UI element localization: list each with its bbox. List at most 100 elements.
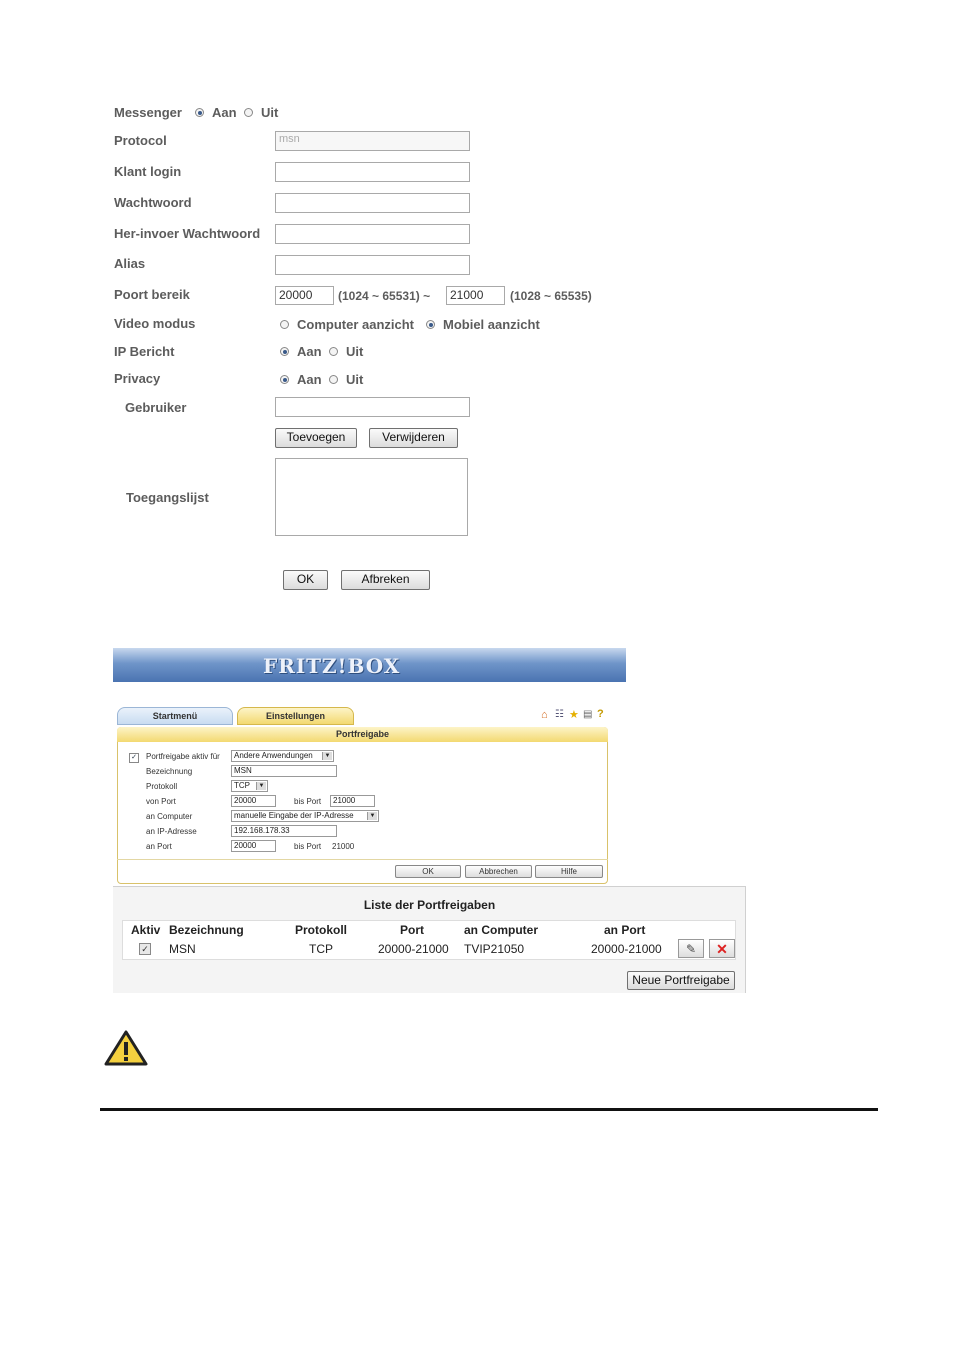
an-port-field[interactable]: 20000 xyxy=(231,840,276,852)
col-aktiv: Aktiv xyxy=(131,923,161,937)
an-computer-label: an Computer xyxy=(146,812,193,821)
bezeichnung-label: Bezeichnung xyxy=(146,767,193,776)
bis-port-field[interactable]: 21000 xyxy=(330,795,375,807)
verwijderen-button[interactable]: Verwijderen xyxy=(369,428,458,448)
messenger-uit-label: Uit xyxy=(261,105,279,120)
row-bezeichnung: MSN xyxy=(169,942,196,956)
privacy-label: Privacy xyxy=(114,371,161,386)
aktiv-checkbox[interactable]: ✓ xyxy=(129,753,139,763)
poort-start-range: (1024 ~ 65531) ~ xyxy=(338,289,431,303)
toevoegen-button[interactable]: Toevoegen xyxy=(275,428,357,448)
an-computer-select-value: manuelle Eingabe der IP-Adresse xyxy=(234,811,354,820)
panel-divider xyxy=(117,859,608,860)
print-icon[interactable]: ▤ xyxy=(583,709,592,720)
klant-login-label: Klant login xyxy=(114,164,182,179)
delete-icon[interactable]: ✕ xyxy=(709,939,735,958)
fritzbox-header: FRITZ!BOX xyxy=(113,648,626,682)
poort-end-field[interactable]: 21000 xyxy=(446,286,505,305)
row-an-port: 20000-21000 xyxy=(591,942,662,956)
divider-line xyxy=(100,1108,878,1111)
ok-button[interactable]: OK xyxy=(283,570,328,590)
messenger-aan-label: Aan xyxy=(212,105,237,120)
tree-icon[interactable]: ☷ xyxy=(555,709,564,720)
video-mobiel-label: Mobiel aanzicht xyxy=(443,317,540,332)
ip-aan-label: Aan xyxy=(297,344,322,359)
an-bis-port-value: 21000 xyxy=(332,842,355,851)
col-an-computer: an Computer xyxy=(464,923,539,937)
fb-hilfe-button[interactable]: Hilfe xyxy=(535,865,603,878)
video-computer-radio[interactable] xyxy=(280,320,289,329)
fb-abbrechen-button[interactable]: Abbrechen xyxy=(465,865,532,878)
liste-title: Liste der Portfreigaben xyxy=(363,898,496,912)
poort-end-range: (1028 ~ 65535) xyxy=(510,289,592,303)
bezeichnung-field[interactable]: MSN xyxy=(231,765,337,777)
dropdown-arrow-icon: ▼ xyxy=(367,812,377,820)
aktiv-select[interactable]: Andere Anwendungen ▼ xyxy=(231,750,334,762)
row-computer: TVIP21050 xyxy=(464,942,525,956)
row-port: 20000-21000 xyxy=(378,942,449,956)
poort-label: Poort bereik xyxy=(114,287,190,302)
bis-port-label: bis Port xyxy=(294,797,322,806)
privacy-aan-radio[interactable] xyxy=(280,375,289,384)
toegangslijst-label: Toegangslijst xyxy=(126,490,209,505)
video-label: Video modus xyxy=(114,316,196,331)
tab-startmenu[interactable]: Startmenü xyxy=(117,707,233,725)
help-icon[interactable]: ? xyxy=(597,708,604,720)
ip-label: IP Bericht xyxy=(114,344,175,359)
aktiv-label: Portfreigabe aktiv für xyxy=(146,752,220,761)
protocol-label: Protocol xyxy=(114,133,167,148)
klant-login-field[interactable] xyxy=(275,162,470,182)
protokoll-label: Protokoll xyxy=(146,782,178,791)
neue-portfreigabe-button[interactable]: Neue Portfreigabe xyxy=(627,971,735,990)
tab-einstellungen[interactable]: Einstellungen xyxy=(237,707,354,725)
dropdown-arrow-icon: ▼ xyxy=(256,782,266,790)
protokoll-select-value: TCP xyxy=(234,781,250,790)
messenger-uit-radio[interactable] xyxy=(244,108,253,117)
privacy-aan-label: Aan xyxy=(297,372,322,387)
col-an-port: an Port xyxy=(604,923,646,937)
alias-field[interactable] xyxy=(275,255,470,275)
privacy-uit-label: Uit xyxy=(346,372,364,387)
protocol-field[interactable]: msn xyxy=(275,131,470,151)
an-computer-select[interactable]: manuelle Eingabe der IP-Adresse ▼ xyxy=(231,810,379,822)
an-bis-port-label: bis Port xyxy=(294,842,322,851)
an-ip-field[interactable]: 192.168.178.33 xyxy=(231,825,337,837)
messenger-aan-radio[interactable] xyxy=(195,108,204,117)
col-bezeichnung: Bezeichnung xyxy=(169,923,244,937)
afbreken-button[interactable]: Afbreken xyxy=(341,570,430,590)
an-port-label: an Port xyxy=(146,842,172,851)
gebruiker-label: Gebruiker xyxy=(125,400,187,415)
dropdown-arrow-icon: ▼ xyxy=(322,752,332,760)
von-port-label: von Port xyxy=(146,797,176,806)
home-icon[interactable]: ⌂ xyxy=(541,709,548,721)
row-protokoll: TCP xyxy=(309,942,333,956)
privacy-uit-radio[interactable] xyxy=(329,375,338,384)
panel-title: Portfreigabe xyxy=(117,727,608,742)
ip-uit-radio[interactable] xyxy=(329,347,338,356)
toegangslijst-box[interactable] xyxy=(275,458,468,536)
fritzbox-logo: FRITZ!BOX xyxy=(263,654,401,678)
col-port: Port xyxy=(400,923,424,937)
star-icon[interactable]: ★ xyxy=(569,708,579,721)
row-checkbox[interactable]: ✓ xyxy=(139,943,151,955)
video-mobiel-radio[interactable] xyxy=(426,320,435,329)
an-ip-label: an IP-Adresse xyxy=(146,827,197,836)
ip-uit-label: Uit xyxy=(346,344,364,359)
wachtwoord-field[interactable] xyxy=(275,193,470,213)
col-protokoll: Protokoll xyxy=(295,923,348,937)
wachtwoord-label: Wachtwoord xyxy=(114,195,192,210)
video-computer-label: Computer aanzicht xyxy=(297,317,415,332)
her-invoer-label: Her-invoer Wachtwoord xyxy=(114,226,261,241)
her-invoer-field[interactable] xyxy=(275,224,470,244)
gebruiker-field[interactable] xyxy=(275,397,470,417)
fb-ok-button[interactable]: OK xyxy=(395,865,461,878)
alias-label: Alias xyxy=(114,256,146,271)
messenger-label: Messenger xyxy=(114,105,182,120)
aktiv-select-value: Andere Anwendungen xyxy=(234,751,313,760)
poort-start-field[interactable]: 20000 xyxy=(275,286,334,305)
protokoll-select[interactable]: TCP ▼ xyxy=(231,780,268,792)
warning-icon xyxy=(104,1030,148,1066)
ip-aan-radio[interactable] xyxy=(280,347,289,356)
edit-icon[interactable]: ✎ xyxy=(678,939,704,958)
von-port-field[interactable]: 20000 xyxy=(231,795,276,807)
